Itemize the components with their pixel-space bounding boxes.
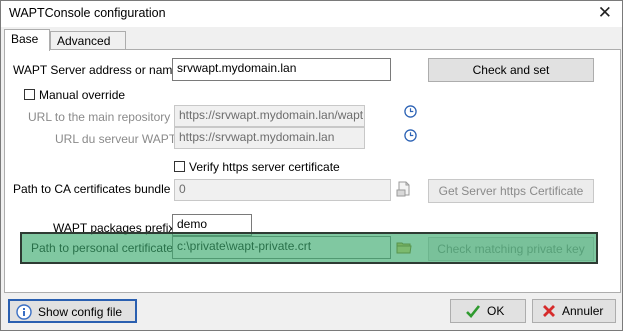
personal-cert-input[interactable]: c:\private\wapt-private.crt [172, 236, 391, 259]
file-browse-icon[interactable] [396, 181, 412, 197]
clock-icon[interactable] [404, 105, 417, 118]
file-browse-icon[interactable] [396, 239, 412, 255]
window-title: WAPTConsole configuration [9, 6, 166, 20]
verify-https-label: Verify https server certificate [189, 160, 340, 174]
close-icon[interactable]: ✕ [598, 3, 612, 23]
manual-override-checkbox[interactable] [24, 89, 35, 100]
check-icon [466, 305, 481, 318]
ok-button[interactable]: OK [450, 299, 526, 323]
get-server-cert-button[interactable]: Get Server https Certificate [428, 179, 594, 203]
config-dialog: WAPTConsole configuration ✕ Base Advance… [0, 0, 623, 331]
server-address-input[interactable]: srvwapt.mydomain.lan [172, 58, 391, 81]
ok-label: OK [487, 304, 505, 318]
show-config-button[interactable]: Show config file [8, 299, 137, 323]
title-bar: WAPTConsole configuration ✕ [1, 1, 622, 27]
server-url-label: URL du serveur WAPT [55, 132, 177, 146]
server-url-input[interactable]: https://srvwapt.mydomain.lan [174, 127, 365, 149]
show-config-label: Show config file [38, 305, 123, 319]
manual-override-label: Manual override [39, 88, 126, 102]
cancel-button[interactable]: Annuler [532, 299, 616, 323]
ca-bundle-label: Path to CA certificates bundle [13, 182, 171, 196]
info-icon [16, 304, 32, 320]
repo-url-label: URL to the main repository [28, 110, 171, 124]
personal-cert-label: Path to personal certificate [31, 241, 174, 255]
packages-prefix-label: WAPT packages prefix [53, 221, 175, 235]
clock-icon[interactable] [404, 129, 417, 142]
cancel-icon [543, 305, 555, 317]
ca-bundle-input[interactable]: 0 [174, 179, 391, 201]
tab-advanced[interactable]: Advanced [50, 31, 126, 50]
verify-https-checkbox[interactable] [174, 161, 185, 172]
cancel-label: Annuler [562, 304, 604, 318]
tab-base[interactable]: Base [4, 29, 50, 51]
server-address-label: WAPT Server address or name [13, 63, 180, 77]
repo-url-input[interactable]: https://srvwapt.mydomain.lan/wapt [174, 105, 365, 127]
packages-prefix-input[interactable]: demo [172, 214, 252, 236]
check-private-key-button[interactable]: Check matching private key [428, 237, 594, 261]
check-and-set-button[interactable]: Check and set [428, 58, 594, 82]
